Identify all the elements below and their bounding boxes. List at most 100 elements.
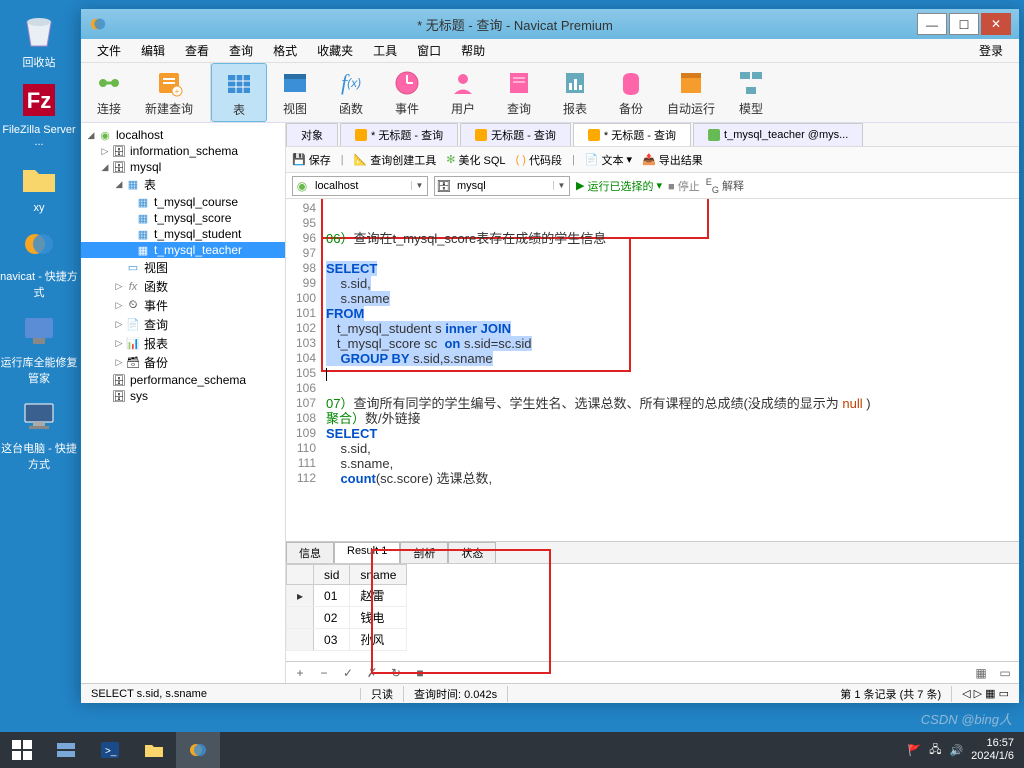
taskbar-navicat[interactable] — [176, 732, 220, 768]
grid-view-button[interactable]: ▦ — [973, 666, 989, 680]
desktop-filezilla[interactable]: Fz FileZilla Server ... — [0, 78, 78, 148]
window-close-button[interactable]: ✕ — [981, 13, 1011, 35]
tree-events[interactable]: ▷⏲事件 — [81, 296, 285, 315]
svg-text:>_: >_ — [105, 746, 117, 757]
tree-db-information-schema[interactable]: ▷🗄information_schema — [81, 143, 285, 159]
explain-button[interactable]: EG 解释 — [706, 177, 744, 195]
db-icon: 🗄 — [435, 177, 453, 195]
tab-result-1[interactable]: Result 1 — [334, 542, 400, 563]
toolbar-user[interactable]: 用户 — [435, 63, 491, 122]
toolbar-label: 查询 — [507, 102, 531, 116]
run-selected-button[interactable]: ▶运行已选择的 ▾ — [576, 178, 662, 194]
stop-button[interactable]: ■ 停止 — [668, 178, 700, 194]
wand-icon: ✻ — [446, 153, 455, 166]
cancel-button[interactable]: ✗ — [364, 666, 380, 680]
table-row[interactable]: 03孙风 — [287, 629, 407, 651]
desktop-runtime-repair[interactable]: 运行库全能修复管家 — [0, 308, 78, 386]
tray-volume-icon[interactable]: 🔊 — [949, 744, 963, 757]
menu-tools[interactable]: 工具 — [363, 40, 407, 61]
tab-objects[interactable]: 对象 — [286, 123, 338, 146]
desktop-this-pc-shortcut[interactable]: 这台电脑 - 快捷方式 — [0, 394, 78, 472]
tree-db-perf[interactable]: 🗄performance_schema — [81, 372, 285, 388]
statusbar: SELECT s.sid, s.sname 只读 查询时间: 0.042s 第 … — [81, 683, 1019, 703]
table-row[interactable]: ▸01赵雷 — [287, 585, 407, 607]
tree-conn-localhost[interactable]: ◢◉localhost — [81, 127, 285, 143]
col-sid[interactable]: sid — [314, 565, 350, 585]
taskbar-server-manager[interactable] — [44, 732, 88, 768]
tab-table-teacher[interactable]: t_mysql_teacher @mys... — [693, 123, 863, 146]
beautify-sql-button[interactable]: ✻美化 SQL — [446, 152, 505, 168]
tree-table-teacher[interactable]: ▦t_mysql_teacher — [81, 242, 285, 258]
export-button[interactable]: 📤导出结果 — [642, 152, 703, 168]
desktop-navicat-shortcut[interactable]: navicat - 快捷方式 — [0, 222, 78, 300]
tree-functions[interactable]: ▷fx函数 — [81, 277, 285, 296]
toolbar-automation[interactable]: 自动运行 — [659, 63, 723, 122]
tab-query-3[interactable]: * 无标题 - 查询 — [573, 123, 691, 146]
tray-network-icon[interactable]: 🖧 — [929, 741, 941, 760]
desktop-recycle-bin[interactable]: 回收站 — [0, 8, 78, 70]
table-row[interactable]: 02钱电 — [287, 607, 407, 629]
tray-flag-icon[interactable]: 🚩 — [908, 744, 922, 757]
tree-table-course[interactable]: ▦t_mysql_course — [81, 194, 285, 210]
svg-text:+: + — [175, 87, 180, 96]
toolbar-model[interactable]: 模型 — [723, 63, 779, 122]
toolbar-report[interactable]: 报表 — [547, 63, 603, 122]
commit-button[interactable]: ✓ — [340, 666, 356, 680]
tab-profile[interactable]: 剖析 — [400, 542, 448, 563]
tree-table-student[interactable]: ▦t_mysql_student — [81, 226, 285, 242]
text-button[interactable]: 📄文本 ▾ — [585, 152, 632, 168]
tree-views[interactable]: ▭视图 — [81, 258, 285, 277]
refresh-button[interactable]: ↻ — [388, 666, 404, 680]
window-minimize-button[interactable]: — — [917, 13, 947, 35]
start-button[interactable] — [0, 732, 44, 768]
toolbar-backup[interactable]: 备份 — [603, 63, 659, 122]
delete-row-button[interactable]: − — [316, 666, 332, 680]
window-maximize-button[interactable]: ☐ — [949, 13, 979, 35]
taskbar-powershell[interactable]: >_ — [88, 732, 132, 768]
menu-window[interactable]: 窗口 — [407, 40, 451, 61]
taskbar-explorer[interactable] — [132, 732, 176, 768]
tab-query-1[interactable]: * 无标题 - 查询 — [340, 123, 458, 146]
menu-file[interactable]: 文件 — [87, 40, 131, 61]
menu-view[interactable]: 查看 — [175, 40, 219, 61]
toolbar-connection[interactable]: 连接 — [81, 63, 137, 122]
query-builder-button[interactable]: 📐查询创建工具 — [354, 152, 437, 168]
tab-status[interactable]: 状态 — [448, 542, 496, 563]
toolbar-view[interactable]: 视图 — [267, 63, 323, 122]
tree-backups[interactable]: ▷🗃备份 — [81, 353, 285, 372]
taskbar-clock[interactable]: 16:57 2024/1/6 — [971, 737, 1014, 763]
tree-table-score[interactable]: ▦t_mysql_score — [81, 210, 285, 226]
connection-select[interactable]: ◉localhost▼ — [292, 176, 428, 196]
code-area[interactable]: 06）查询在t_mysql_score表存在成绩的学生信息 SELECT s.s… — [322, 199, 1019, 541]
stop-button[interactable]: ■ — [412, 666, 428, 680]
form-view-button[interactable]: ▭ — [997, 666, 1013, 680]
menu-query[interactable]: 查询 — [219, 40, 263, 61]
tree-db-sys[interactable]: 🗄sys — [81, 388, 285, 404]
sql-editor[interactable]: 9495969798991001011021031041051061071081… — [286, 199, 1019, 541]
menu-help[interactable]: 帮助 — [451, 40, 495, 61]
tree-db-mysql[interactable]: ◢🗄mysql — [81, 159, 285, 175]
tree-reports[interactable]: ▷📊报表 — [81, 334, 285, 353]
tree-tables[interactable]: ◢▦表 — [81, 175, 285, 194]
tab-query-2[interactable]: 无标题 - 查询 — [460, 123, 571, 146]
menu-favorites[interactable]: 收藏夹 — [307, 40, 363, 61]
tab-info[interactable]: 信息 — [286, 542, 334, 563]
desktop-folder-xy[interactable]: xy — [0, 156, 78, 214]
menu-format[interactable]: 格式 — [263, 40, 307, 61]
col-sname[interactable]: sname — [350, 565, 407, 585]
save-button[interactable]: 💾保存 — [292, 152, 331, 168]
toolbar-event[interactable]: 事件 — [379, 63, 435, 122]
menu-login[interactable]: 登录 — [969, 40, 1013, 61]
tree-queries[interactable]: ▷📄查询 — [81, 315, 285, 334]
result-grid[interactable]: sidsname ▸01赵雷 02钱电 03孙风 — [286, 563, 1019, 661]
toolbar-new-query[interactable]: +新建查询 — [137, 63, 201, 122]
database-select[interactable]: 🗄mysql▼ — [434, 176, 570, 196]
toolbar-function[interactable]: f(x)函数 — [323, 63, 379, 122]
query-toolbar: 💾保存 | 📐查询创建工具 ✻美化 SQL ( )代码段 | 📄文本 ▾ 📤导出… — [286, 147, 1019, 173]
toolbar-table[interactable]: 表 — [211, 63, 267, 122]
add-row-button[interactable]: + — [292, 666, 308, 680]
code-snippet-button[interactable]: ( )代码段 — [516, 152, 562, 168]
toolbar-query[interactable]: 查询 — [491, 63, 547, 122]
menu-edit[interactable]: 编辑 — [131, 40, 175, 61]
status-nav[interactable]: ◁ ▷ ▦ ▭ — [952, 687, 1019, 700]
